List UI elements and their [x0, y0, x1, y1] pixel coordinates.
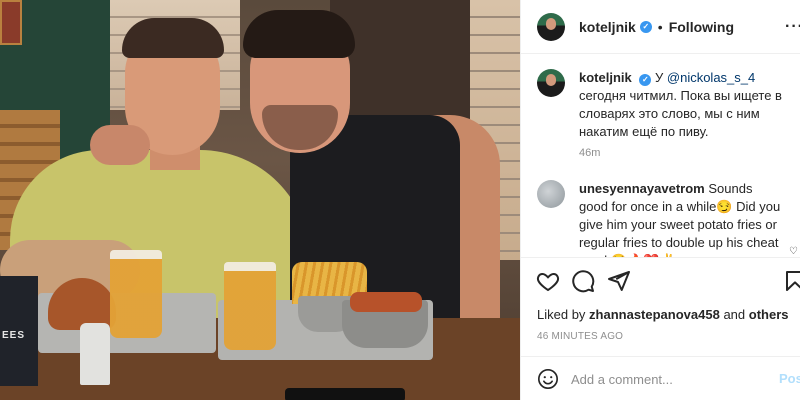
- following-button[interactable]: Following: [669, 19, 734, 35]
- likes-user-link[interactable]: zhannastepanova458: [589, 307, 720, 322]
- caption-timestamp[interactable]: 46m: [579, 147, 600, 159]
- action-bar: [521, 266, 800, 298]
- post-header: koteljnik ✓ • Following ···: [521, 0, 800, 54]
- salt-shaker: [80, 323, 110, 385]
- emoji-icon[interactable]: [537, 368, 559, 390]
- comment-input[interactable]: [571, 369, 771, 389]
- post-button[interactable]: Post: [779, 371, 800, 386]
- likes-middle: and: [723, 307, 746, 322]
- verified-badge-icon: ✓: [639, 20, 652, 33]
- caption-body: koteljnik ✓ У @nickolas_s_4 сегодня читм…: [579, 69, 797, 141]
- comment-item: unesyennayavetrom Sounds good for once i…: [537, 180, 800, 257]
- likes-summary: Liked by zhannastepanova458 and others: [537, 307, 789, 322]
- caption-text: сегодня читмил. Пока вы ищете в словарях…: [579, 88, 782, 139]
- beer-glass: [224, 262, 276, 350]
- post-timestamp[interactable]: 46 MINUTES AGO: [537, 331, 623, 342]
- heart-icon[interactable]: ♡: [789, 246, 798, 257]
- phone: [285, 388, 405, 400]
- caption-mention-link[interactable]: @nickolas_s_4: [667, 70, 755, 85]
- separator-dot: •: [657, 18, 663, 35]
- wall-frame: [0, 0, 22, 45]
- comments-section[interactable]: koteljnik ✓ У @nickolas_s_4 сегодня читм…: [521, 55, 800, 258]
- heart-icon[interactable]: [536, 269, 560, 293]
- more-horizontal-icon[interactable]: ···: [785, 18, 800, 36]
- avatar[interactable]: [537, 180, 565, 208]
- comment-icon[interactable]: [571, 269, 595, 293]
- beer-glass: [110, 250, 162, 338]
- avatar[interactable]: [537, 69, 565, 97]
- add-comment-bar: Post: [521, 356, 800, 400]
- post-photo[interactable]: EES: [0, 0, 520, 400]
- older-man-hair: [122, 18, 224, 58]
- post-side-panel: koteljnik ✓ • Following ··· koteljnik ✓ …: [520, 0, 800, 400]
- caption-prefix: У: [655, 70, 664, 85]
- comment-username[interactable]: unesyennayavetrom: [579, 181, 705, 196]
- likes-others-link[interactable]: others: [749, 307, 789, 322]
- username-link[interactable]: koteljnik: [579, 19, 636, 35]
- avatar[interactable]: [537, 12, 565, 41]
- likes-prefix: Liked by: [537, 307, 586, 322]
- verified-badge-icon: ✓: [639, 74, 652, 86]
- caption-username[interactable]: koteljnik: [579, 70, 632, 85]
- post-caption: koteljnik ✓ У @nickolas_s_4 сегодня читм…: [537, 69, 797, 141]
- comment-body: unesyennayavetrom Sounds good for once i…: [579, 180, 784, 257]
- young-man-hair: [243, 10, 355, 58]
- bookmark-icon[interactable]: [783, 269, 800, 293]
- young-man-arm: [90, 125, 150, 165]
- share-icon[interactable]: [607, 269, 631, 293]
- sweet-potato-fries: [350, 292, 422, 312]
- menu-card-text: EES: [2, 330, 26, 341]
